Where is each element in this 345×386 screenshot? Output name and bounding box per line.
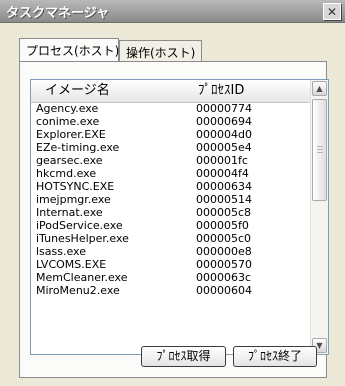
list-item[interactable]: Internat.exe 000005c8 [31,206,311,219]
list-item[interactable]: lsass.exe 000000e8 [31,245,311,258]
list-item[interactable]: MiroMenu2.exe 00000604 [31,284,311,297]
list-item[interactable]: iPodService.exe 000005f0 [31,219,311,232]
list-item[interactable]: HOTSYNC.EXE 00000634 [31,180,311,193]
list-item[interactable]: Agency.exe 00000774 [31,102,311,115]
process-id: 000000e8 [196,245,252,258]
grip-line [317,152,323,153]
process-name: gearsec.exe [36,154,103,167]
column-header-process-id[interactable]: ﾌﾟﾛｾｽID [198,80,244,102]
end-process-button[interactable]: ﾌﾟﾛｾｽ終了 [233,346,317,367]
process-id: 000004f4 [196,167,249,180]
close-icon: ✕ [326,4,338,19]
process-id: 00000774 [196,102,252,115]
chevron-up-icon: ▲ [316,84,323,93]
list-item[interactable]: conime.exe 00000694 [31,115,311,128]
list-item[interactable]: EZe-timing.exe 000005e4 [31,141,311,154]
get-process-button[interactable]: ﾌﾟﾛｾｽ取得 [141,346,226,367]
process-name: EZe-timing.exe [36,141,120,154]
process-name: hkcmd.exe [36,167,97,180]
process-id: 00000604 [196,284,252,297]
process-id: 0000063c [196,271,252,284]
list-item[interactable]: LVCOMS.EXE 00000570 [31,258,311,271]
process-name: Internat.exe [36,206,103,219]
column-header-image-name[interactable]: イメージ名 [45,80,110,102]
process-name: imejpmgr.exe [36,193,111,206]
scroll-thumb[interactable] [312,99,327,201]
tab-label: 操作(ホスト) [126,46,196,60]
process-name: Explorer.EXE [36,128,106,141]
scroll-up-button[interactable]: ▲ [312,81,327,96]
vertical-scrollbar[interactable]: ▲ ▼ [310,80,328,354]
list-header: イメージ名 ﾌﾟﾛｾｽID [31,80,311,103]
process-id: 00000694 [196,115,252,128]
list-item[interactable]: hkcmd.exe 000004f4 [31,167,311,180]
process-id: 000001fc [196,154,248,167]
process-name: HOTSYNC.EXE [36,180,115,193]
process-id: 00000570 [196,258,252,271]
window-title: タスクマネージャ [6,6,110,21]
list-item[interactable]: iTunesHelper.exe 000005c0 [31,232,311,245]
grip-line [317,146,323,147]
process-name: lsass.exe [36,245,86,258]
list-item[interactable]: gearsec.exe 000001fc [31,154,311,167]
process-id: 000005c0 [196,232,252,245]
process-name: Agency.exe [36,102,99,115]
list-item[interactable]: Explorer.EXE 000004d0 [31,128,311,141]
title-bar: タスクマネージャ ✕ [0,0,345,23]
process-name: LVCOMS.EXE [36,258,107,271]
process-name: iPodService.exe [36,219,123,232]
close-button[interactable]: ✕ [323,3,341,20]
tab-operation-host[interactable]: 操作(ホスト) [119,40,202,61]
grip-line [317,149,323,150]
process-id: 00000514 [196,193,252,206]
list-item[interactable]: MemCleaner.exe 0000063c [31,271,311,284]
list-rows: Agency.exe 00000774 conime.exe 00000694 Expl… [31,102,311,297]
process-id: 000005f0 [196,219,249,232]
process-list[interactable]: イメージ名 ﾌﾟﾛｾｽID Agency.exe 00000774 conime.e… [30,79,329,355]
process-id: 000004d0 [196,128,252,141]
process-id: 00000634 [196,180,252,193]
process-name: MemCleaner.exe [36,271,128,284]
process-name: conime.exe [36,115,100,128]
tab-label: プロセス(ホスト) [26,44,120,58]
process-name: MiroMenu2.exe [36,284,120,297]
list-item[interactable]: imejpmgr.exe 00000514 [31,193,311,206]
chevron-down-icon: ▼ [316,341,323,350]
process-id: 000005e4 [196,141,252,154]
task-manager-window: タスクマネージャ ✕ プロセス(ホスト) 操作(ホスト) イメージ名 ﾌﾟﾛｾｽ… [0,0,345,386]
process-id: 000005c8 [196,206,252,219]
tab-process-host[interactable]: プロセス(ホスト) [19,38,119,61]
process-name: iTunesHelper.exe [36,232,129,245]
